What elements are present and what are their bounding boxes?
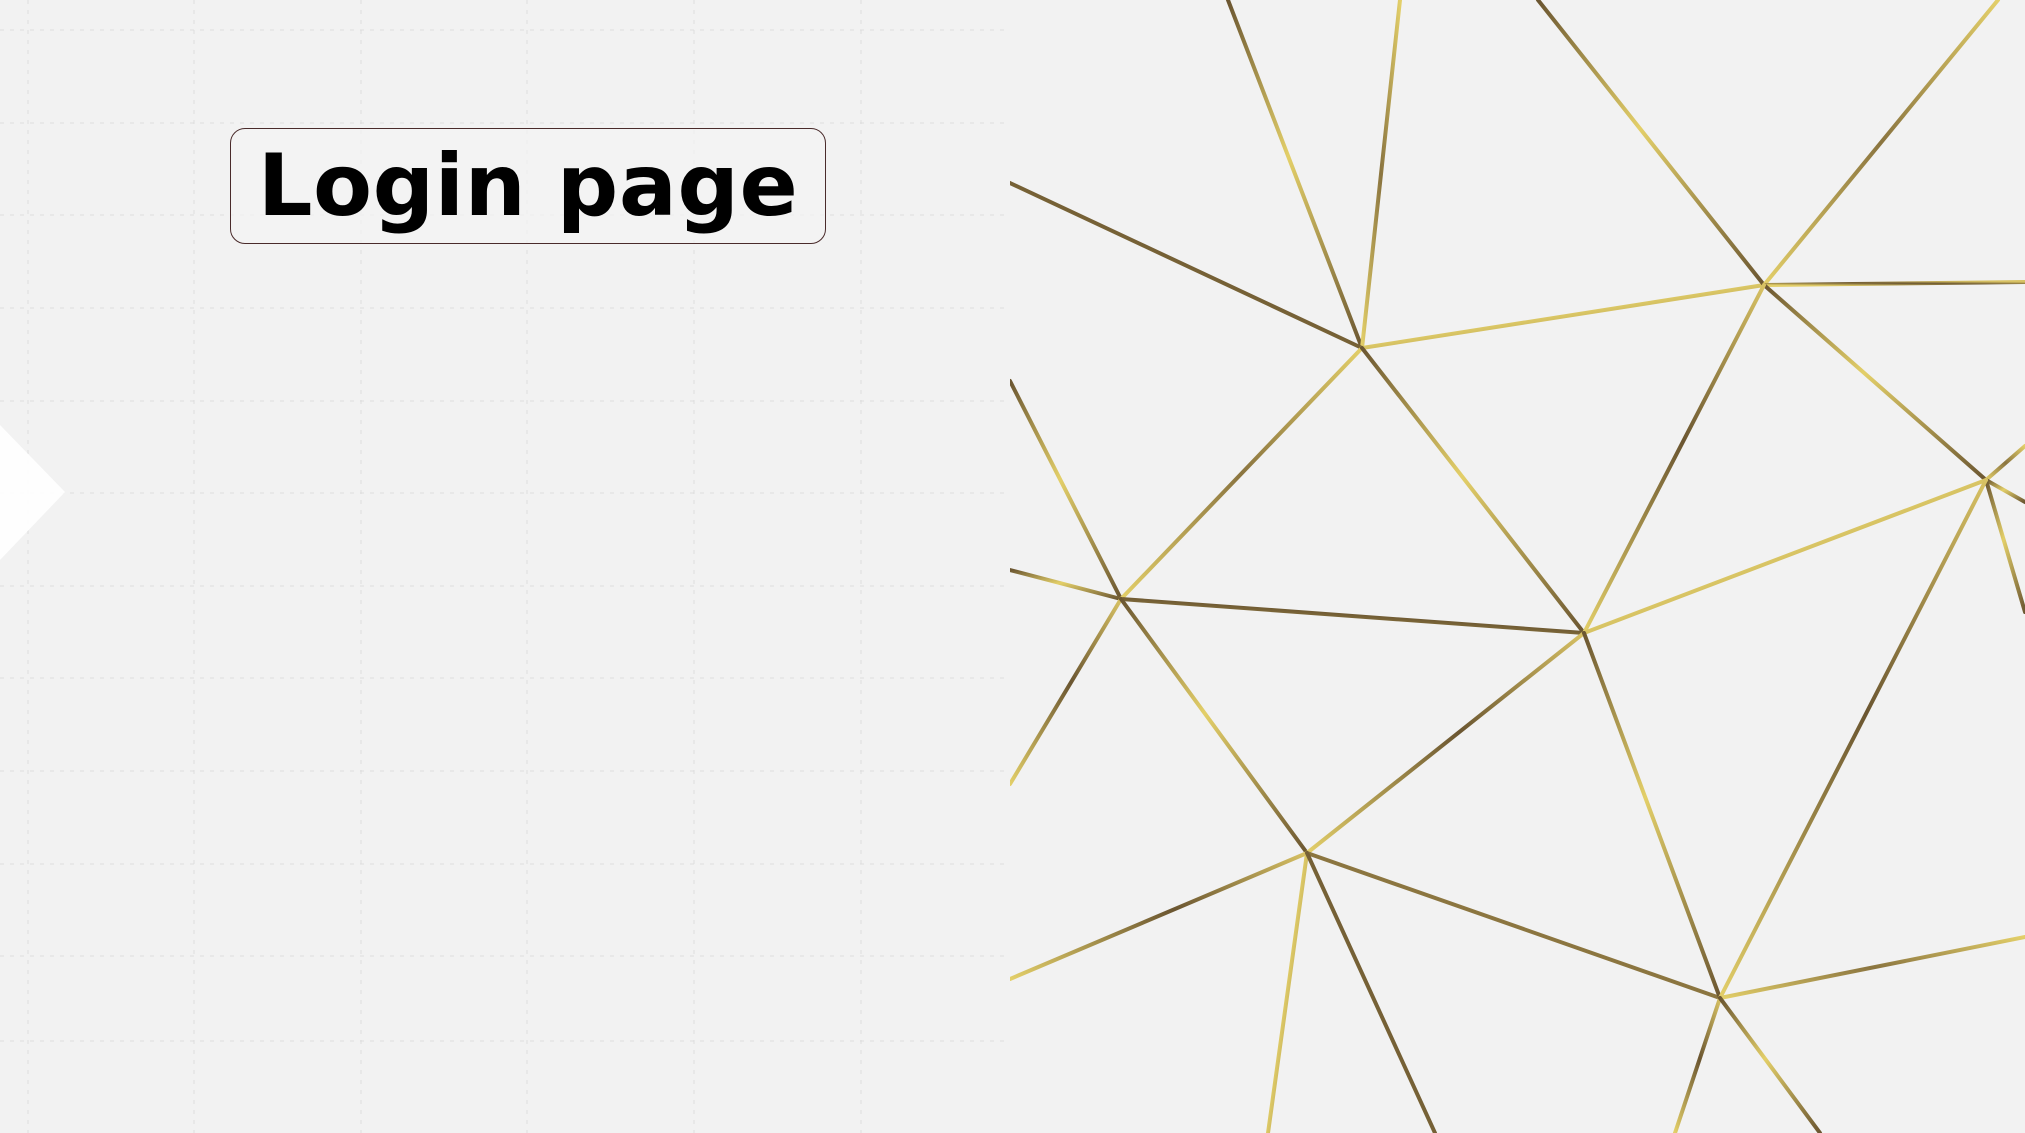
page-title: Login page: [230, 128, 826, 244]
gold-geometric-lines-icon: [1010, 0, 2025, 1133]
decorative-right-panel: [1010, 0, 2025, 1133]
left-panel: Login page: [0, 0, 1010, 1133]
chevron-right-icon: [0, 425, 65, 560]
login-page-screen: Login page: [0, 0, 2025, 1133]
